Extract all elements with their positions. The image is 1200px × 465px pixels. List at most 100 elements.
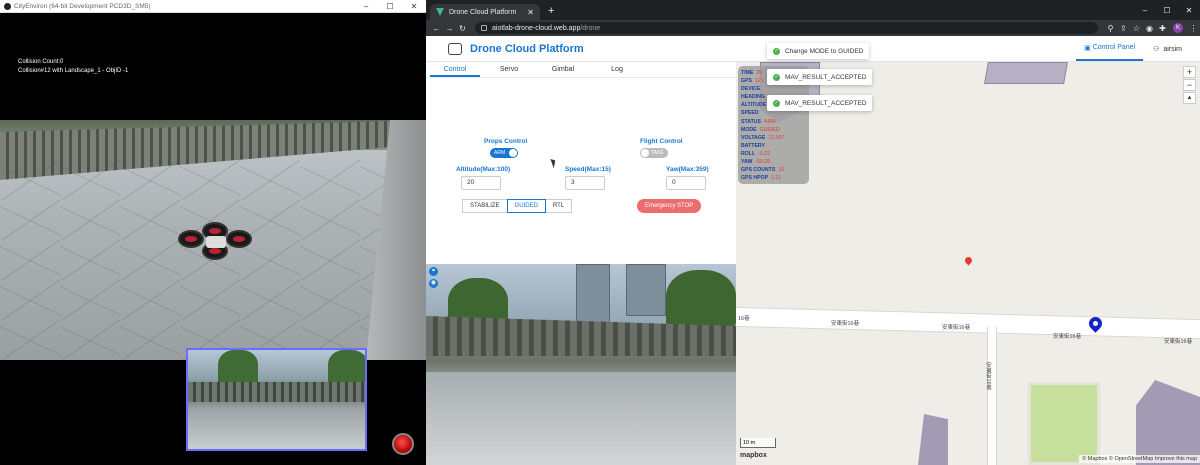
altitude-label: Altitude(Max:100): [456, 166, 511, 173]
browser-maximize-button[interactable]: ☐: [1156, 6, 1178, 15]
user-icon: ⚇: [1153, 45, 1162, 53]
telemetry-row: VOLTAGE 12.587: [741, 134, 806, 142]
telemetry-value: 10: [778, 167, 785, 174]
flight-toggle-label: TAKE OFF: [651, 150, 664, 166]
back-icon[interactable]: ←: [430, 24, 443, 33]
telemetry-key: YAW: [741, 159, 753, 166]
map-park: [1028, 382, 1100, 465]
speed-label: Speed(Max:15): [565, 166, 611, 173]
nav-user-label: airsim: [1163, 45, 1182, 53]
toast-notification: ✓ MAV_RESULT_ACCEPTED: [767, 95, 873, 111]
mode-rtl-button[interactable]: RTL: [544, 199, 573, 213]
profile-avatar[interactable]: K: [1173, 23, 1183, 33]
tab-strip: Drone Cloud Platform ✕ + – ☐ ✕: [426, 0, 1200, 20]
street-label: 安東街16巷: [985, 362, 991, 391]
tab-servo[interactable]: Servo: [484, 62, 534, 77]
map-attribution[interactable]: © Mapbox © OpenStreetMap Improve this ma…: [1079, 455, 1200, 463]
address-bar[interactable]: aiotlab-drone-cloud.web.app/drone: [475, 22, 1098, 34]
vue-icon: [436, 8, 444, 16]
mouse-cursor-icon: [550, 157, 558, 169]
tab-gimbal[interactable]: Gimbal: [538, 62, 588, 77]
new-tab-button[interactable]: +: [548, 5, 554, 17]
rotor-icon: [226, 230, 252, 248]
url-host: aiotlab-drone-cloud.web.app: [492, 24, 581, 32]
maximize-button[interactable]: ☐: [378, 0, 402, 13]
share-icon[interactable]: ⇪: [1117, 24, 1130, 33]
forward-icon[interactable]: →: [443, 24, 456, 33]
telemetry-row: STATUS ARM: [741, 118, 806, 126]
emergency-stop-button[interactable]: Emergency STOP: [637, 199, 702, 213]
props-control-label: Props Control: [484, 138, 528, 145]
mode-stabilize-button[interactable]: STABILIZE: [462, 199, 508, 213]
video-tree: [666, 270, 736, 328]
header-nav: ▣ Control Panel ⚇ airsim: [1076, 36, 1200, 61]
menu-icon[interactable]: ⋮: [1187, 24, 1200, 33]
preview-balustrade: [188, 382, 365, 402]
location-icon[interactable]: ⚲: [1104, 24, 1117, 33]
nav-control-panel[interactable]: ▣ Control Panel: [1076, 36, 1144, 61]
nav-user[interactable]: ⚇ airsim: [1143, 45, 1200, 53]
drone-logo-icon: [448, 42, 462, 55]
video-building: [576, 264, 610, 324]
target-marker-icon[interactable]: [963, 255, 974, 266]
street-label: 安東街16巷: [831, 321, 860, 327]
zoom-in-button[interactable]: +: [1183, 66, 1196, 78]
tab-control[interactable]: Control: [430, 62, 480, 77]
altitude-input[interactable]: 20: [461, 176, 501, 190]
telemetry-row: GPS COUNTS 10: [741, 166, 806, 174]
extension-icon[interactable]: ◉: [1143, 24, 1156, 33]
telemetry-value: 1.21: [771, 175, 782, 182]
telemetry-row: DEVICE: [741, 85, 806, 93]
toast-text: MAV_RESULT_ACCEPTED: [785, 73, 867, 81]
toggle-knob: [509, 149, 517, 157]
map-view[interactable]: 16巷 安東街16巷 安東街16巷 安東街16巷 安東街16巷 安東街16巷 T…: [736, 62, 1200, 465]
collision-overlay: Collision Count:0 Collision#12 with Land…: [18, 58, 128, 76]
speed-input[interactable]: 3: [565, 176, 605, 190]
browser-close-button[interactable]: ✕: [1178, 6, 1200, 15]
drone-body: [206, 236, 226, 248]
star-icon[interactable]: ☆: [1130, 24, 1143, 33]
dashboard-icon: ▣: [1084, 44, 1093, 52]
yaw-input[interactable]: 0: [666, 176, 706, 190]
street-label: 安東街16巷: [1053, 334, 1082, 340]
record-button[interactable]: [392, 433, 414, 455]
telemetry-key: ROLL: [741, 150, 756, 157]
check-icon: ✓: [773, 73, 780, 81]
camera-icon[interactable]: ◉: [429, 279, 438, 288]
close-button[interactable]: ✕: [402, 0, 426, 13]
yaw-label: Yaw(Max:359): [666, 166, 709, 173]
check-icon: ✓: [773, 47, 780, 55]
preview-tree: [328, 350, 365, 386]
props-toggle-label: ARM: [494, 150, 506, 156]
telemetry-key: VOLTAGE: [741, 134, 766, 141]
telemetry-row: GPS HPOP 1.21: [741, 174, 806, 182]
browser-minimize-button[interactable]: –: [1134, 6, 1156, 15]
minimize-button[interactable]: –: [354, 0, 378, 13]
props-arm-toggle[interactable]: ARM: [490, 148, 518, 158]
toast-text: Change MODE to GUIDED: [785, 47, 864, 55]
telemetry-key: BATTERY: [741, 142, 765, 149]
map-road: [987, 327, 997, 465]
zoom-out-button[interactable]: −: [1183, 79, 1196, 91]
telemetry-key: DEVICE: [741, 86, 761, 93]
browser-tab[interactable]: Drone Cloud Platform ✕: [430, 4, 540, 20]
link-icon[interactable]: ⚭: [429, 267, 438, 276]
simulator-title: CityEnviron (64-bit Development PCD3D_SM…: [14, 2, 151, 10]
flight-takeoff-toggle[interactable]: TAKE OFF: [640, 148, 668, 166]
mode-guided-button[interactable]: GUIDED: [506, 199, 546, 213]
telemetry-key: SPEED: [741, 110, 759, 117]
telemetry-row: YAW -59.28: [741, 158, 806, 166]
tab-log[interactable]: Log: [592, 62, 642, 77]
map-scale: 10 m: [740, 438, 776, 448]
telemetry-value: 20: [756, 70, 763, 76]
mapbox-logo[interactable]: mapbox: [740, 452, 767, 459]
reload-icon[interactable]: ↻: [456, 24, 469, 33]
close-tab-icon[interactable]: ✕: [527, 8, 534, 17]
telemetry-key: STATUS: [741, 118, 761, 125]
telemetry-key: MODE: [741, 126, 757, 133]
collision-count: Collision Count:0: [18, 59, 64, 65]
telemetry-row: ROLL -0.22: [741, 150, 806, 158]
compass-button[interactable]: ▲: [1183, 92, 1196, 104]
lock-icon: [481, 25, 487, 31]
puzzle-icon[interactable]: ✚: [1156, 24, 1169, 33]
